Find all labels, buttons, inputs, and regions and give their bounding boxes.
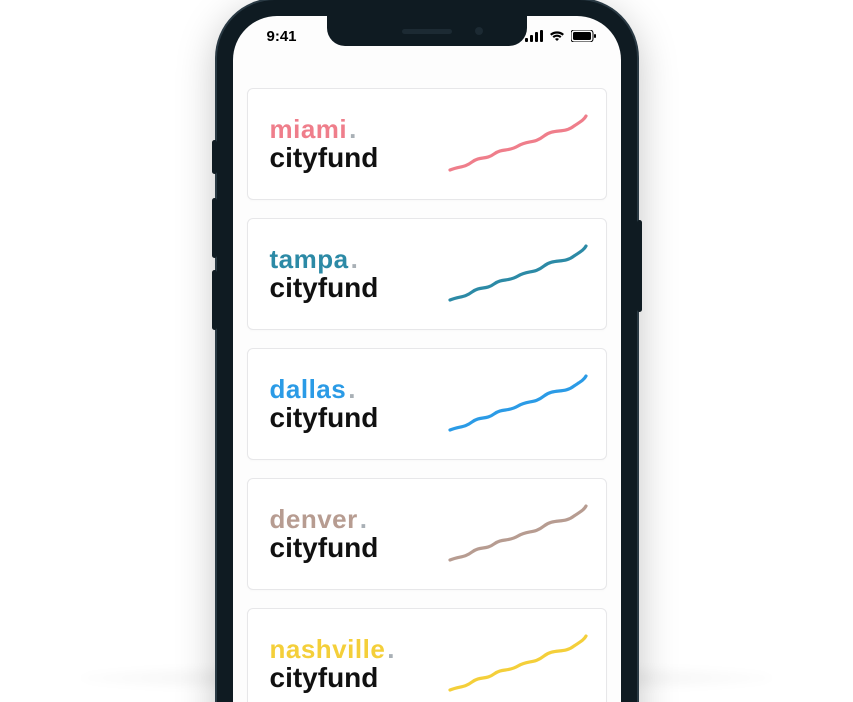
- fund-city-name: denver: [270, 506, 358, 532]
- fund-brand-label: cityfund: [270, 664, 396, 692]
- fund-list[interactable]: miami.cityfundtampa.cityfunddallas.cityf…: [233, 88, 621, 702]
- period-icon: .: [348, 376, 356, 402]
- fund-city-name: miami: [270, 116, 348, 142]
- volume-up-button: [212, 198, 217, 258]
- fund-brand-label: cityfund: [270, 404, 379, 432]
- volume-down-button: [212, 270, 217, 330]
- fund-city-label: dallas.: [270, 376, 379, 402]
- front-camera: [475, 27, 483, 35]
- fund-logo: nashville.cityfund: [270, 636, 396, 692]
- fund-card-miami[interactable]: miami.cityfund: [247, 88, 607, 200]
- fund-city-label: nashville.: [270, 636, 396, 662]
- fund-sparkline: [448, 499, 588, 569]
- fund-logo: denver.cityfund: [270, 506, 379, 562]
- fund-card-denver[interactable]: denver.cityfund: [247, 478, 607, 590]
- fund-sparkline: [448, 239, 588, 309]
- phone-notch: [327, 16, 527, 46]
- period-icon: .: [351, 246, 359, 272]
- fund-brand-label: cityfund: [270, 144, 379, 172]
- fund-logo: tampa.cityfund: [270, 246, 379, 302]
- silence-switch: [212, 140, 217, 174]
- fund-city-name: tampa: [270, 246, 349, 272]
- fund-city-label: denver.: [270, 506, 379, 532]
- fund-sparkline: [448, 629, 588, 699]
- power-button: [637, 220, 642, 312]
- fund-card-tampa[interactable]: tampa.cityfund: [247, 218, 607, 330]
- fund-card-dallas[interactable]: dallas.cityfund: [247, 348, 607, 460]
- fund-sparkline: [448, 369, 588, 439]
- speaker-grille: [402, 29, 452, 34]
- fund-city-name: nashville: [270, 636, 386, 662]
- period-icon: .: [360, 506, 368, 532]
- wifi-icon: [549, 30, 565, 42]
- fund-logo: miami.cityfund: [270, 116, 379, 172]
- phone-frame: 9:41: [217, 0, 637, 702]
- fund-city-name: dallas: [270, 376, 347, 402]
- fund-sparkline: [448, 109, 588, 179]
- period-icon: .: [349, 116, 357, 142]
- fund-card-nashville[interactable]: nashville.cityfund: [247, 608, 607, 702]
- fund-brand-label: cityfund: [270, 534, 379, 562]
- fund-city-label: miami.: [270, 116, 379, 142]
- fund-logo: dallas.cityfund: [270, 376, 379, 432]
- fund-brand-label: cityfund: [270, 274, 379, 302]
- phone-screen: 9:41: [233, 16, 621, 702]
- period-icon: .: [387, 636, 395, 662]
- fund-city-label: tampa.: [270, 246, 379, 272]
- status-time: 9:41: [257, 28, 327, 45]
- cellular-icon: [525, 30, 543, 42]
- battery-icon: [571, 30, 597, 42]
